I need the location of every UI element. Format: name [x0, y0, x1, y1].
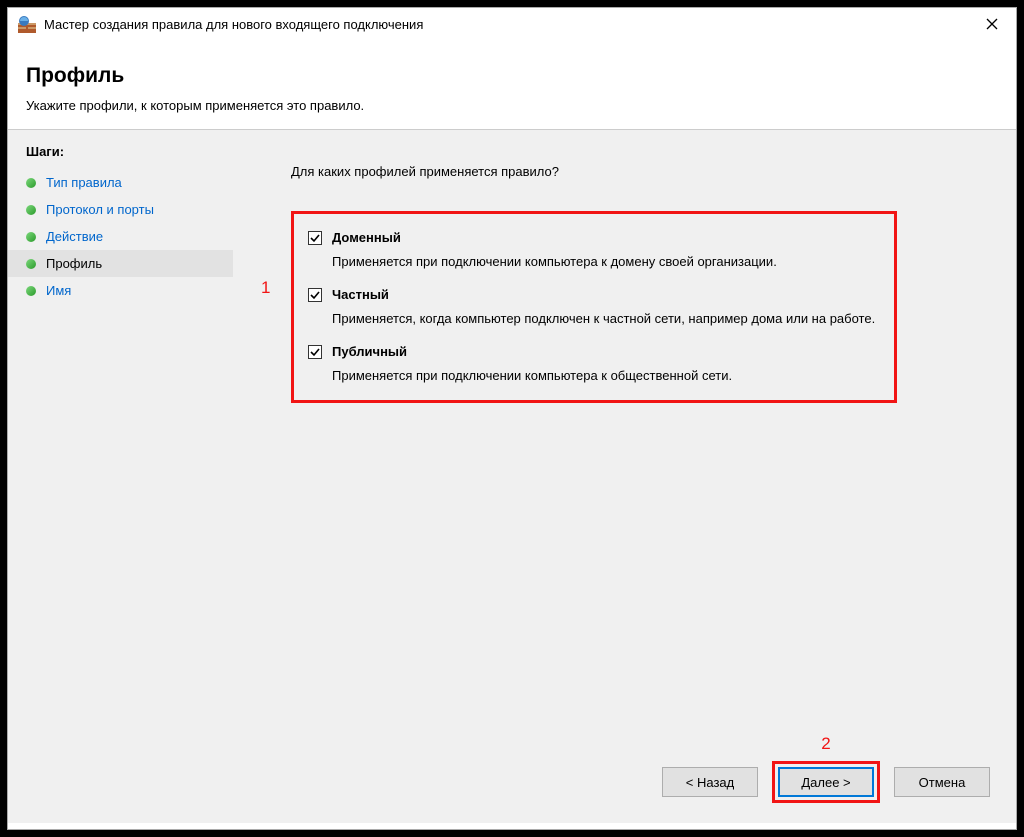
bullet-icon — [26, 178, 36, 188]
page-title: Профиль — [26, 64, 998, 88]
close-button[interactable] — [976, 10, 1008, 38]
back-button[interactable]: < Назад — [662, 767, 758, 797]
step-profile[interactable]: Профиль — [8, 250, 233, 277]
profile-public-desc: Применяется при подключении компьютера к… — [332, 367, 880, 385]
step-rule-type[interactable]: Тип правила — [8, 169, 233, 196]
cancel-button[interactable]: Отмена — [894, 767, 990, 797]
title-bar: Мастер создания правила для нового входя… — [8, 8, 1016, 40]
step-action[interactable]: Действие — [8, 223, 233, 250]
steps-sidebar: Шаги: Тип правила Протокол и порты Дейст… — [8, 130, 233, 823]
bullet-icon — [26, 286, 36, 296]
profile-domain-label: Доменный — [332, 230, 401, 245]
button-row: < Назад 2 Далее > Отмена — [662, 761, 990, 803]
step-label: Имя — [46, 283, 71, 298]
bullet-icon — [26, 232, 36, 242]
checkbox-public[interactable] — [308, 345, 322, 359]
annotation-1: 1 — [261, 278, 270, 298]
profile-domain-desc: Применяется при подключении компьютера к… — [332, 253, 880, 271]
checkbox-private[interactable] — [308, 288, 322, 302]
steps-heading: Шаги: — [8, 144, 233, 169]
step-protocol-ports[interactable]: Протокол и порты — [8, 196, 233, 223]
body-area: Шаги: Тип правила Протокол и порты Дейст… — [8, 130, 1016, 823]
step-label: Тип правила — [46, 175, 122, 190]
step-name[interactable]: Имя — [8, 277, 233, 304]
profile-private-label: Частный — [332, 287, 389, 302]
profiles-highlight-box: Доменный Применяется при подключении ком… — [291, 211, 897, 403]
page-subtitle: Укажите профили, к которым применяется э… — [26, 98, 998, 113]
main-panel: Для каких профилей применяется правило? … — [233, 130, 1016, 823]
profile-private-desc: Применяется, когда компьютер подключен к… — [332, 310, 880, 328]
profile-prompt: Для каких профилей применяется правило? — [291, 164, 986, 179]
page-header: Профиль Укажите профили, к которым приме… — [8, 40, 1016, 129]
profile-domain-row: Доменный — [308, 230, 880, 245]
firewall-icon — [18, 15, 36, 33]
step-label: Действие — [46, 229, 103, 244]
profile-public-row: Публичный — [308, 344, 880, 359]
bullet-icon — [26, 205, 36, 215]
window-title: Мастер создания правила для нового входя… — [44, 17, 976, 32]
profile-private-row: Частный — [308, 287, 880, 302]
bullet-icon — [26, 259, 36, 269]
checkbox-domain[interactable] — [308, 231, 322, 245]
profile-public-label: Публичный — [332, 344, 407, 359]
wizard-dialog: Мастер создания правила для нового входя… — [7, 7, 1017, 830]
annotation-2: 2 — [821, 734, 830, 754]
next-highlight-box: 2 Далее > — [772, 761, 880, 803]
next-button[interactable]: Далее > — [778, 767, 874, 797]
step-label: Профиль — [46, 256, 102, 271]
step-label: Протокол и порты — [46, 202, 154, 217]
